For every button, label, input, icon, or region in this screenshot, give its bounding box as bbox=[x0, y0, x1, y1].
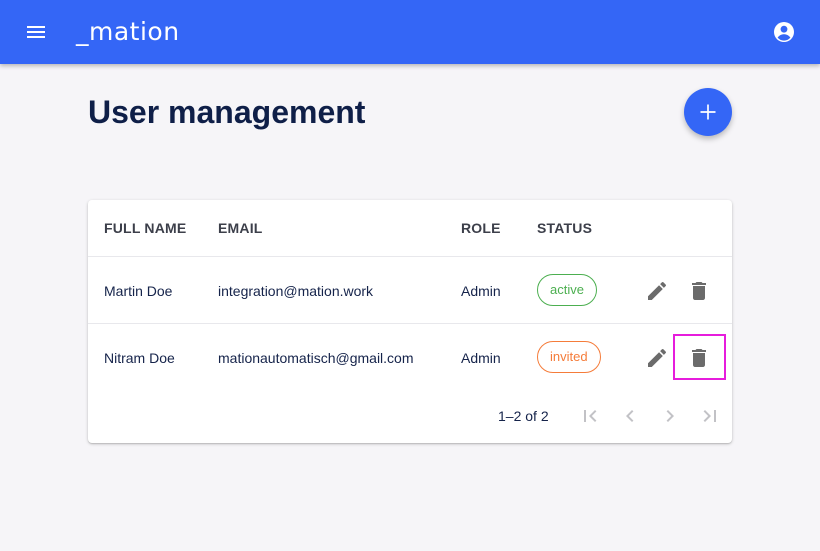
add-user-button[interactable] bbox=[684, 88, 732, 136]
account-circle-icon[interactable] bbox=[772, 20, 796, 44]
user-full-name: Nitram Doe bbox=[104, 350, 175, 366]
page-title: User management bbox=[88, 94, 366, 130]
pencil-icon bbox=[648, 348, 667, 367]
table-row: Nitram Doe mationautomatisch@gmail.com A… bbox=[88, 323, 732, 390]
first-page-button[interactable] bbox=[578, 404, 602, 428]
next-page-icon bbox=[666, 410, 674, 422]
trash-icon bbox=[692, 349, 706, 367]
column-header-role[interactable]: ROLE bbox=[461, 220, 501, 236]
next-page-button[interactable] bbox=[658, 404, 682, 428]
previous-page-icon bbox=[626, 410, 634, 422]
status-badge: invited bbox=[537, 341, 601, 373]
edit-user-button[interactable] bbox=[645, 346, 669, 370]
user-email: mationautomatisch@gmail.com bbox=[218, 350, 414, 366]
user-role: Admin bbox=[461, 283, 501, 299]
column-header-email[interactable]: EMAIL bbox=[218, 220, 263, 236]
user-email: integration@mation.work bbox=[218, 283, 374, 299]
delete-user-button[interactable] bbox=[687, 346, 711, 370]
trash-icon bbox=[692, 282, 706, 300]
users-table: FULL NAME EMAIL ROLE STATUS Martin Doe i… bbox=[88, 200, 732, 443]
menu-icon[interactable] bbox=[24, 20, 48, 44]
previous-page-button[interactable] bbox=[618, 404, 642, 428]
app-logo[interactable]: _mation bbox=[76, 16, 180, 48]
pagination-range: 1–2 of 2 bbox=[498, 408, 549, 424]
last-page-icon bbox=[703, 410, 716, 422]
user-full-name: Martin Doe bbox=[104, 283, 173, 299]
column-header-status[interactable]: STATUS bbox=[537, 220, 592, 236]
user-role: Admin bbox=[461, 350, 501, 366]
table-row: Martin Doe integration@mation.work Admin… bbox=[88, 256, 732, 323]
status-badge: active bbox=[537, 274, 597, 306]
first-page-icon bbox=[584, 410, 597, 422]
edit-user-button[interactable] bbox=[645, 279, 669, 303]
delete-user-button[interactable] bbox=[687, 279, 711, 303]
plus-icon bbox=[700, 104, 716, 120]
app-header: _mation bbox=[0, 0, 820, 64]
pencil-icon bbox=[648, 281, 667, 300]
column-header-full-name[interactable]: FULL NAME bbox=[104, 220, 186, 236]
last-page-button[interactable] bbox=[698, 404, 722, 428]
